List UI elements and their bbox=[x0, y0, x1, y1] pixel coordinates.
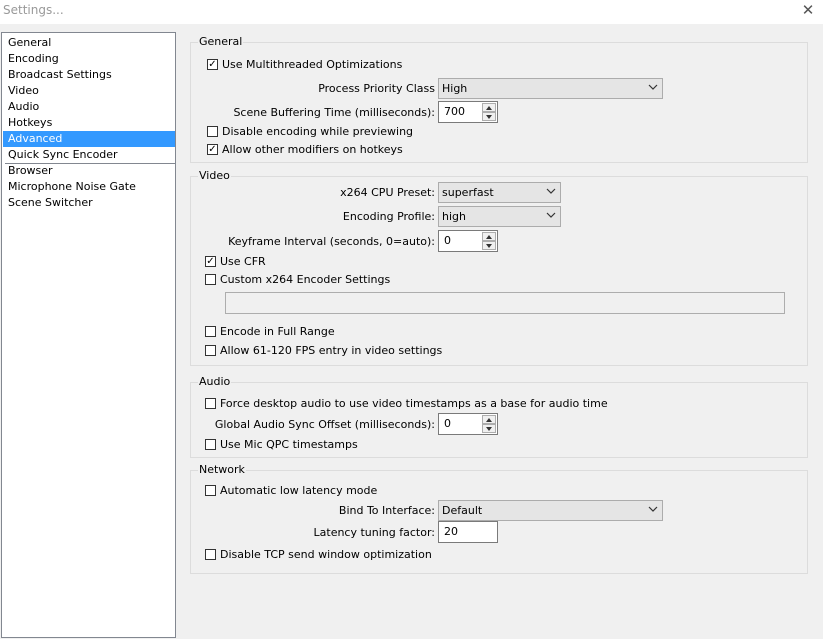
sync-offset-spinbox[interactable]: 0 bbox=[438, 413, 498, 435]
network-group: Network Automatic low latency mode Bind … bbox=[190, 463, 808, 574]
bind-interface-value: Default bbox=[442, 504, 483, 517]
spin-up-icon bbox=[486, 106, 492, 110]
modifiers-checkbox[interactable]: ✓ bbox=[207, 144, 218, 155]
multithreaded-label: Use Multithreaded Optimizations bbox=[222, 58, 403, 71]
latency-factor-input[interactable]: 20 bbox=[438, 521, 498, 543]
nav-item-advanced[interactable]: Advanced bbox=[3, 131, 175, 147]
close-icon[interactable]: ✕ bbox=[793, 0, 823, 22]
spin-down-button[interactable] bbox=[482, 241, 496, 250]
multithreaded-checkbox[interactable]: ✓ bbox=[207, 59, 218, 70]
chevron-down-icon bbox=[546, 188, 556, 194]
bind-interface-label: Bind To Interface: bbox=[338, 504, 435, 517]
general-group: General ✓ Use Multithreaded Optimization… bbox=[190, 35, 808, 163]
profile-value: high bbox=[442, 210, 466, 223]
disable-preview-checkbox[interactable] bbox=[207, 126, 218, 137]
spin-up-icon bbox=[486, 235, 492, 239]
tcp-optimization-checkbox[interactable] bbox=[205, 549, 216, 560]
fps-entry-label: Allow 61-120 FPS entry in video settings bbox=[220, 344, 443, 357]
low-latency-checkbox[interactable] bbox=[205, 485, 216, 496]
tcp-optimization-label: Disable TCP send window optimization bbox=[220, 548, 432, 561]
audio-group: Audio Force desktop audio to use video t… bbox=[190, 375, 808, 458]
latency-factor-label: Latency tuning factor: bbox=[313, 526, 435, 539]
spin-up-button[interactable] bbox=[482, 232, 496, 241]
preset-label: x264 CPU Preset: bbox=[340, 186, 435, 199]
audio-group-title: Audio bbox=[198, 375, 232, 389]
preset-select[interactable]: superfast bbox=[438, 182, 561, 203]
sync-offset-value: 0 bbox=[444, 417, 451, 430]
nav-item-broadcast-settings[interactable]: Broadcast Settings bbox=[3, 67, 175, 83]
chevron-down-icon bbox=[648, 84, 658, 90]
low-latency-label: Automatic low latency mode bbox=[220, 484, 378, 497]
buffering-label: Scene Buffering Time (milliseconds): bbox=[233, 106, 435, 119]
sync-offset-label: Global Audio Sync Offset (milliseconds): bbox=[214, 418, 435, 431]
force-desktop-audio-checkbox[interactable] bbox=[205, 398, 216, 409]
nav-item-audio[interactable]: Audio bbox=[3, 99, 175, 115]
force-desktop-audio-label: Force desktop audio to use video timesta… bbox=[220, 397, 608, 410]
title-bar: Settings... ✕ bbox=[0, 0, 823, 24]
nav-item-quick-sync-encoder[interactable]: Quick Sync Encoder bbox=[3, 147, 175, 163]
window-title: Settings... bbox=[3, 3, 64, 17]
nav-item-encoding[interactable]: Encoding bbox=[3, 51, 175, 67]
preset-value: superfast bbox=[442, 186, 494, 199]
latency-factor-value: 20 bbox=[444, 525, 458, 538]
network-group-title: Network bbox=[198, 463, 246, 477]
modifiers-label: Allow other modifiers on hotkeys bbox=[222, 143, 403, 156]
keyframe-spinbox[interactable]: 0 bbox=[438, 230, 498, 252]
keyframe-label: Keyframe Interval (seconds, 0=auto): bbox=[228, 235, 435, 248]
spin-down-icon bbox=[486, 244, 492, 248]
spin-down-button[interactable] bbox=[482, 112, 496, 121]
nav-item-general[interactable]: General bbox=[3, 35, 175, 51]
mic-qpc-label: Use Mic QPC timestamps bbox=[220, 438, 358, 451]
buffering-value: 700 bbox=[444, 105, 465, 118]
nav-item-scene-switcher[interactable]: Scene Switcher bbox=[3, 195, 175, 211]
chevron-down-icon bbox=[546, 212, 556, 218]
mic-qpc-checkbox[interactable] bbox=[205, 439, 216, 450]
video-group: Video x264 CPU Preset: superfast Encodin… bbox=[190, 169, 808, 366]
priority-select[interactable]: High bbox=[438, 78, 663, 99]
custom-x264-checkbox[interactable] bbox=[205, 274, 216, 285]
full-range-checkbox[interactable] bbox=[205, 326, 216, 337]
nav-item-browser[interactable]: Browser bbox=[3, 163, 175, 179]
keyframe-value: 0 bbox=[444, 234, 451, 247]
spin-up-button[interactable] bbox=[482, 103, 496, 112]
fps-entry-checkbox[interactable] bbox=[205, 345, 216, 356]
custom-x264-settings-field[interactable] bbox=[225, 292, 785, 314]
settings-category-list[interactable]: General Encoding Broadcast Settings Vide… bbox=[1, 32, 176, 638]
nav-item-video[interactable]: Video bbox=[3, 83, 175, 99]
nav-item-hotkeys[interactable]: Hotkeys bbox=[3, 115, 175, 131]
disable-preview-label: Disable encoding while previewing bbox=[222, 125, 414, 138]
buffering-spinbox[interactable]: 700 bbox=[438, 101, 498, 123]
cfr-label: Use CFR bbox=[220, 255, 266, 268]
profile-select[interactable]: high bbox=[438, 206, 561, 227]
priority-label: Process Priority Class bbox=[318, 82, 435, 95]
chevron-down-icon bbox=[648, 506, 658, 512]
spin-down-icon bbox=[486, 115, 492, 119]
bind-interface-select[interactable]: Default bbox=[438, 500, 663, 521]
priority-value: High bbox=[442, 82, 468, 95]
spin-down-button[interactable] bbox=[482, 424, 496, 433]
spin-up-icon bbox=[486, 418, 492, 422]
custom-x264-label: Custom x264 Encoder Settings bbox=[220, 273, 391, 286]
full-range-label: Encode in Full Range bbox=[220, 325, 335, 338]
spin-up-button[interactable] bbox=[482, 415, 496, 424]
cfr-checkbox[interactable]: ✓ bbox=[205, 256, 216, 267]
profile-label: Encoding Profile: bbox=[342, 210, 435, 223]
spin-down-icon bbox=[486, 427, 492, 431]
nav-item-microphone-noise-gate[interactable]: Microphone Noise Gate bbox=[3, 179, 175, 195]
video-group-title: Video bbox=[198, 169, 231, 183]
general-group-title: General bbox=[198, 35, 244, 49]
